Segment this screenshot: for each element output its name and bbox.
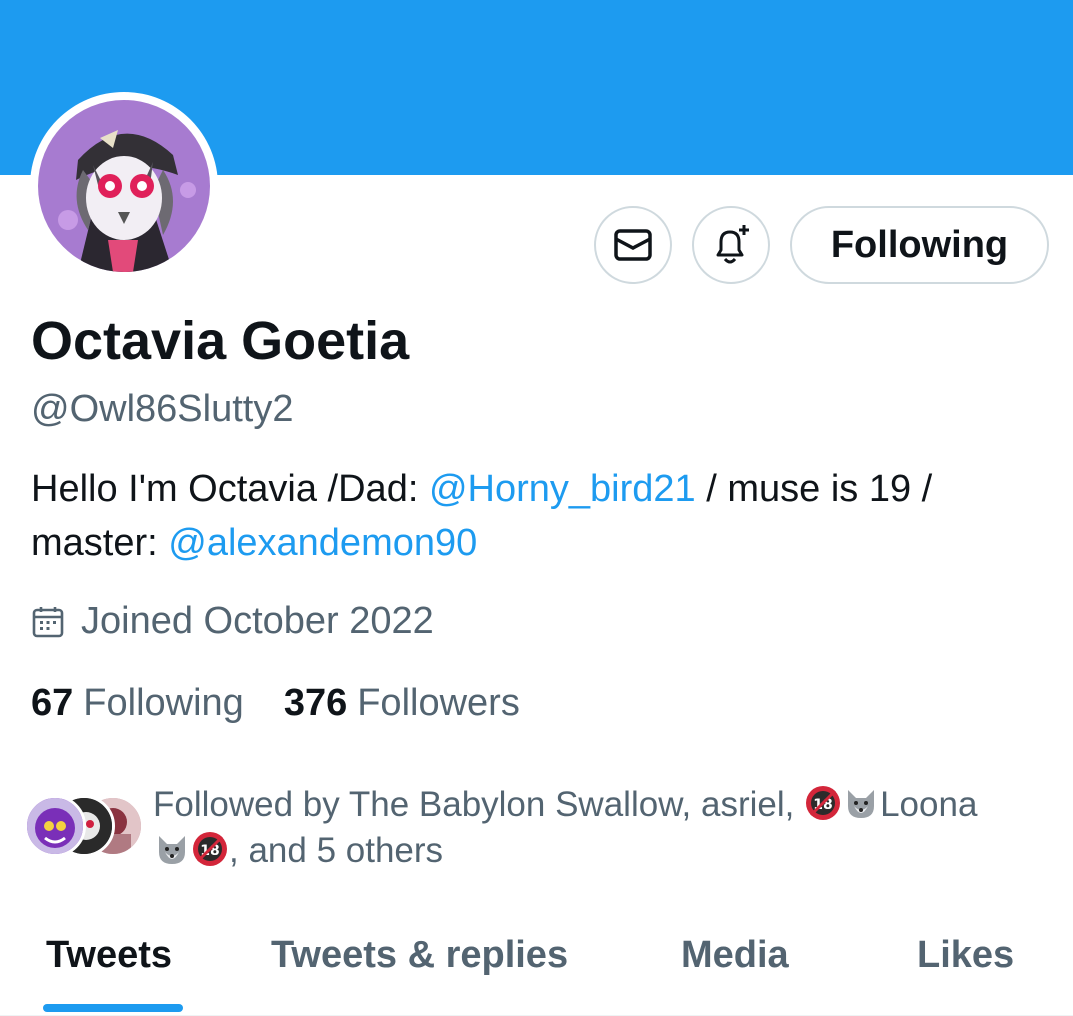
joined-text: Joined October 2022 (81, 600, 434, 642)
tab-tweets[interactable]: Tweets (46, 934, 172, 977)
following-stat-link[interactable]: 67 Following (31, 682, 244, 725)
avatar-image (38, 100, 210, 272)
followed-by-prefix: Followed by The Babylon Swallow, asriel, (153, 785, 805, 824)
following-count: 67 (31, 682, 74, 724)
followed-by-avatars[interactable] (24, 795, 144, 857)
following-label: Following (83, 682, 244, 724)
mention-link-dad[interactable]: @Horny_bird21 (429, 468, 696, 510)
profile-tabs: Tweets Tweets & replies Media Likes (0, 920, 1073, 1016)
bio-text: Hello I'm Octavia /Dad: (31, 468, 429, 510)
calendar-icon (32, 606, 64, 637)
message-button[interactable] (594, 206, 672, 284)
profile-name: Octavia Goetia (31, 311, 410, 371)
profile-stats: 67 Following 376 Followers (31, 682, 560, 725)
avatar (24, 795, 86, 857)
active-tab-indicator (43, 1004, 183, 1012)
wolf-icon (848, 790, 875, 818)
tab-media[interactable]: Media (681, 934, 789, 977)
no-under-18-icon: 18 (806, 786, 841, 820)
followers-stat-link[interactable]: 376 Followers (284, 682, 520, 725)
followers-count: 376 (283, 682, 348, 724)
followed-by-loona: Loona (880, 785, 978, 824)
followers-label: Followers (357, 682, 520, 724)
profile-handle: @Owl86Slutty2 (31, 388, 294, 430)
no-under-18-icon: 18 (193, 832, 227, 866)
bell-plus-icon (716, 225, 749, 264)
following-button[interactable]: Following (790, 206, 1049, 284)
tab-likes[interactable]: Likes (917, 934, 1014, 977)
profile-avatar[interactable] (30, 92, 218, 280)
followed-by-text[interactable]: Followed by The Babylon Swallow, asriel,… (153, 782, 1053, 874)
followed-by-suffix: , and 5 others (229, 831, 444, 870)
joined-date: Joined October 2022 (31, 600, 434, 643)
envelope-icon (614, 229, 652, 261)
profile-bio: Hello I'm Octavia /Dad: @Horny_bird21 / … (31, 462, 1041, 570)
wolf-icon (159, 836, 185, 864)
tab-tweets-replies[interactable]: Tweets & replies (271, 934, 568, 977)
notifications-button[interactable] (692, 206, 770, 284)
mention-link-master[interactable]: @alexandemon90 (168, 522, 477, 564)
